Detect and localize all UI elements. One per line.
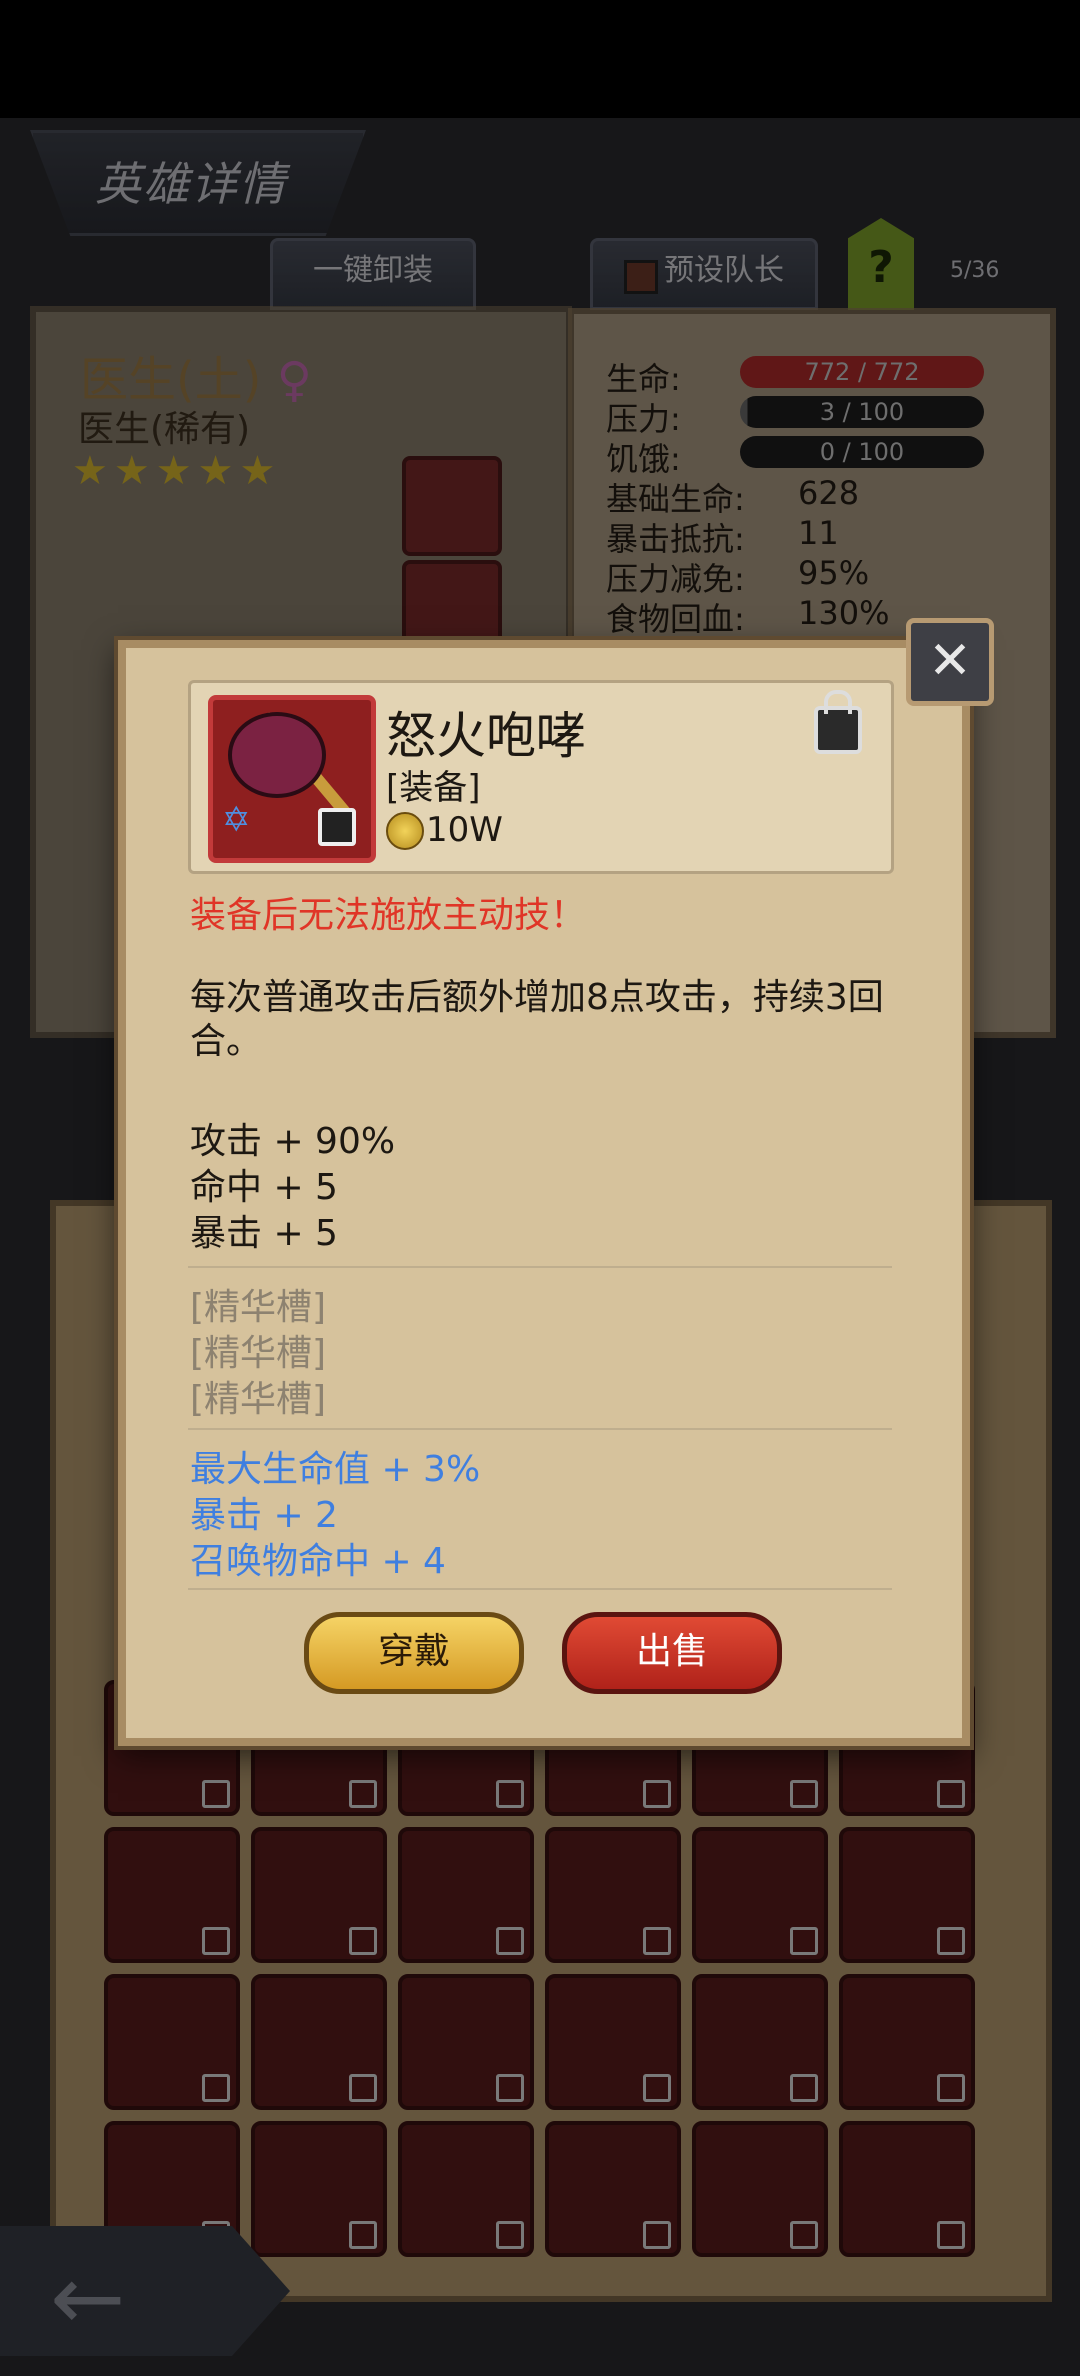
bonus-stat-1: 最大生命值 + 3% bbox=[190, 1449, 481, 1490]
essence-slot-2: [精华槽] bbox=[190, 1333, 327, 1374]
base-stat-1: 攻击 + 90% bbox=[190, 1121, 396, 1162]
essence-slot-1: [精华槽] bbox=[190, 1287, 327, 1328]
essence-slot-3: [精华槽] bbox=[190, 1379, 327, 1420]
base-stat-2: 命中 + 5 bbox=[190, 1167, 338, 1208]
axe-icon bbox=[228, 712, 326, 798]
base-stat-3: 暴击 + 5 bbox=[190, 1213, 338, 1254]
bonus-stat-2: 暴击 + 2 bbox=[190, 1495, 338, 1536]
item-lock-icon bbox=[318, 808, 356, 846]
top-status-bar bbox=[0, 0, 1080, 118]
divider bbox=[188, 1266, 892, 1268]
item-description: 每次普通攻击后额外增加8点攻击，持续3回合。 bbox=[190, 977, 884, 1062]
lock-toggle-icon[interactable] bbox=[814, 690, 862, 754]
sell-button[interactable]: 出售 bbox=[562, 1612, 782, 1694]
item-warning: 装备后无法施放主动技！ bbox=[190, 895, 587, 936]
equip-button[interactable]: 穿戴 bbox=[304, 1612, 524, 1694]
divider bbox=[188, 1588, 892, 1590]
bonus-stat-3: 召唤物命中 + 4 bbox=[190, 1541, 446, 1582]
item-name: 怒火咆哮 bbox=[386, 707, 586, 765]
close-icon[interactable]: ✕ bbox=[906, 618, 994, 706]
item-price: 10W bbox=[426, 810, 503, 850]
divider bbox=[188, 1428, 892, 1430]
item-type: [装备] bbox=[386, 768, 481, 808]
coin-icon bbox=[386, 812, 424, 850]
star-icon: ✡ bbox=[222, 800, 251, 840]
